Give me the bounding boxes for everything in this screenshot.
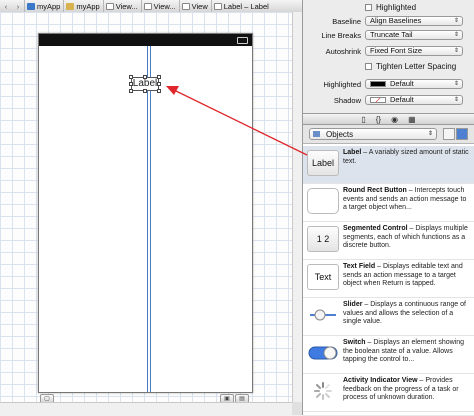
baseline-label: Baseline (332, 16, 361, 26)
autoshrink-row: Autoshrink Fixed Font Size ⇕ (303, 44, 474, 58)
item-description: – A variably sized amount of static text… (343, 149, 469, 165)
spinner-graphic (314, 382, 332, 400)
tighten-row: Tighten Letter Spacing (303, 59, 474, 73)
grid-view-icon[interactable] (443, 128, 455, 140)
item-description: – Displays a continuous range of values … (343, 301, 466, 326)
file-icon (105, 2, 114, 10)
autoshrink-label: Autoshrink (325, 46, 361, 56)
breadcrumb-item[interactable]: myApp (24, 0, 63, 12)
line-breaks-label: Line Breaks (321, 30, 361, 40)
highlighted-color-popup[interactable]: Default ⇕ (365, 79, 463, 89)
shadow-color-popup[interactable]: Default ⇕ (365, 95, 463, 105)
popup-arrows-icon: ⇕ (453, 97, 459, 103)
line-breaks-popup[interactable]: Truncate Tail ⇕ (365, 30, 463, 40)
resize-handle[interactable] (129, 82, 133, 86)
popup-arrows-icon: ⇕ (453, 48, 459, 54)
popup-arrows-icon: ⇕ (453, 81, 459, 87)
item-name: Round Rect Button (343, 187, 407, 194)
color-swatch (370, 97, 386, 103)
folder-icon (66, 2, 75, 10)
item-name: Segmented Control (343, 225, 408, 232)
highlighted-checkbox[interactable] (365, 3, 372, 11)
highlighted-color-label: Highlighted (323, 79, 361, 89)
object-library-tab-icon[interactable]: ◉ (391, 115, 398, 124)
library-tabs: ▯ {} ◉ ▦ (302, 113, 474, 125)
resize-handle[interactable] (157, 82, 161, 86)
resize-handle[interactable] (157, 89, 161, 93)
list-item[interactable]: Slider – Displays a continuous range of … (303, 298, 474, 336)
list-item[interactable]: Label Label – A variably sized amount of… (303, 146, 474, 184)
color-swatch (370, 81, 386, 87)
horizontal-scrollbar[interactable] (0, 402, 302, 416)
popup-arrows-icon: ⇕ (453, 32, 459, 38)
text-field-icon: Text (307, 264, 339, 290)
round-rect-button-icon (307, 188, 339, 214)
line-breaks-row: Line Breaks Truncate Tail ⇕ (303, 28, 474, 42)
file-icon (181, 2, 190, 10)
breadcrumb-item[interactable]: View... (102, 0, 141, 12)
segmented-control-icon: 1 2 (307, 226, 339, 252)
object-library-list: Label Label – A variably sized amount of… (302, 144, 474, 415)
item-name: Slider (343, 301, 363, 308)
baseline-row: Baseline Align Baselines ⇕ (303, 14, 474, 28)
breadcrumb-item[interactable]: View... (140, 0, 179, 12)
project-icon (27, 2, 35, 10)
file-icon (213, 2, 222, 10)
resize-handle[interactable] (129, 75, 133, 79)
resize-handle[interactable] (143, 75, 147, 79)
code-snippet-tab-icon[interactable]: {} (376, 115, 381, 124)
popup-arrows-icon: ⇕ (453, 18, 459, 24)
item-name: Activity Indicator View (343, 377, 418, 384)
popup-arrows-icon: ⇕ (427, 131, 433, 137)
highlighted-row: Highlighted (303, 0, 474, 14)
label-thumb-icon: Label (307, 150, 339, 176)
resize-handle[interactable] (143, 89, 147, 93)
iphone-view[interactable]: Label (38, 33, 253, 393)
center-guide-line (147, 46, 151, 392)
list-item[interactable]: Switch – Displays an element showing the… (303, 336, 474, 374)
battery-icon (237, 37, 248, 44)
library-header: Objects ⇕ (302, 125, 474, 144)
resize-handle[interactable] (129, 89, 133, 93)
autoshrink-popup[interactable]: Fixed Font Size ⇕ (365, 46, 463, 56)
slider-graphic (310, 309, 336, 321)
breadcrumb-item[interactable]: View (178, 0, 211, 12)
scroll-corner (292, 402, 302, 415)
switch-icon (307, 340, 339, 366)
list-item[interactable]: 1 2 Segmented Control – Displays multipl… (303, 222, 474, 260)
media-library-tab-icon[interactable]: ▦ (408, 115, 416, 124)
back-arrow-icon[interactable]: ‹ (0, 2, 12, 11)
list-item[interactable]: Text Text Field – Displays editable text… (303, 260, 474, 298)
file-icon (143, 2, 152, 10)
slider-icon (307, 302, 339, 328)
breadcrumb-item[interactable]: myApp (63, 0, 102, 12)
list-item[interactable]: Round Rect Button – Intercepts touch eve… (303, 184, 474, 222)
switch-graphic (308, 346, 338, 360)
highlighted-color-row: Highlighted Default ⇕ (303, 77, 474, 91)
highlighted-check-label: Highlighted (376, 2, 417, 12)
list-item[interactable]: Activity Indicator View – Provides feedb… (303, 374, 474, 412)
activity-indicator-icon (307, 378, 339, 404)
breadcrumb-item[interactable]: Label – Label (210, 0, 272, 12)
status-bar (39, 34, 252, 46)
tighten-label: Tighten Letter Spacing (376, 61, 457, 71)
baseline-popup[interactable]: Align Baselines ⇕ (365, 16, 463, 26)
attributes-inspector: Highlighted Baseline Align Baselines ⇕ Li… (302, 0, 474, 113)
objects-cube-icon (313, 131, 320, 137)
shadow-label: Shadow (333, 95, 361, 105)
forward-arrow-icon[interactable]: › (12, 2, 24, 11)
tighten-checkbox[interactable] (365, 62, 372, 70)
file-template-tab-icon[interactable]: ▯ (361, 115, 365, 124)
resize-handle[interactable] (157, 75, 161, 79)
library-filter-select[interactable]: Objects ⇕ (309, 128, 437, 140)
item-name: Label (343, 149, 362, 156)
storyboard-canvas[interactable]: Label ▢ ▣ ▤ (0, 12, 303, 416)
shadow-row: Shadow Default ⇕ (303, 93, 474, 107)
item-name: Text Field (343, 263, 376, 270)
item-name: Switch (343, 339, 366, 346)
list-view-icon[interactable] (456, 128, 468, 140)
